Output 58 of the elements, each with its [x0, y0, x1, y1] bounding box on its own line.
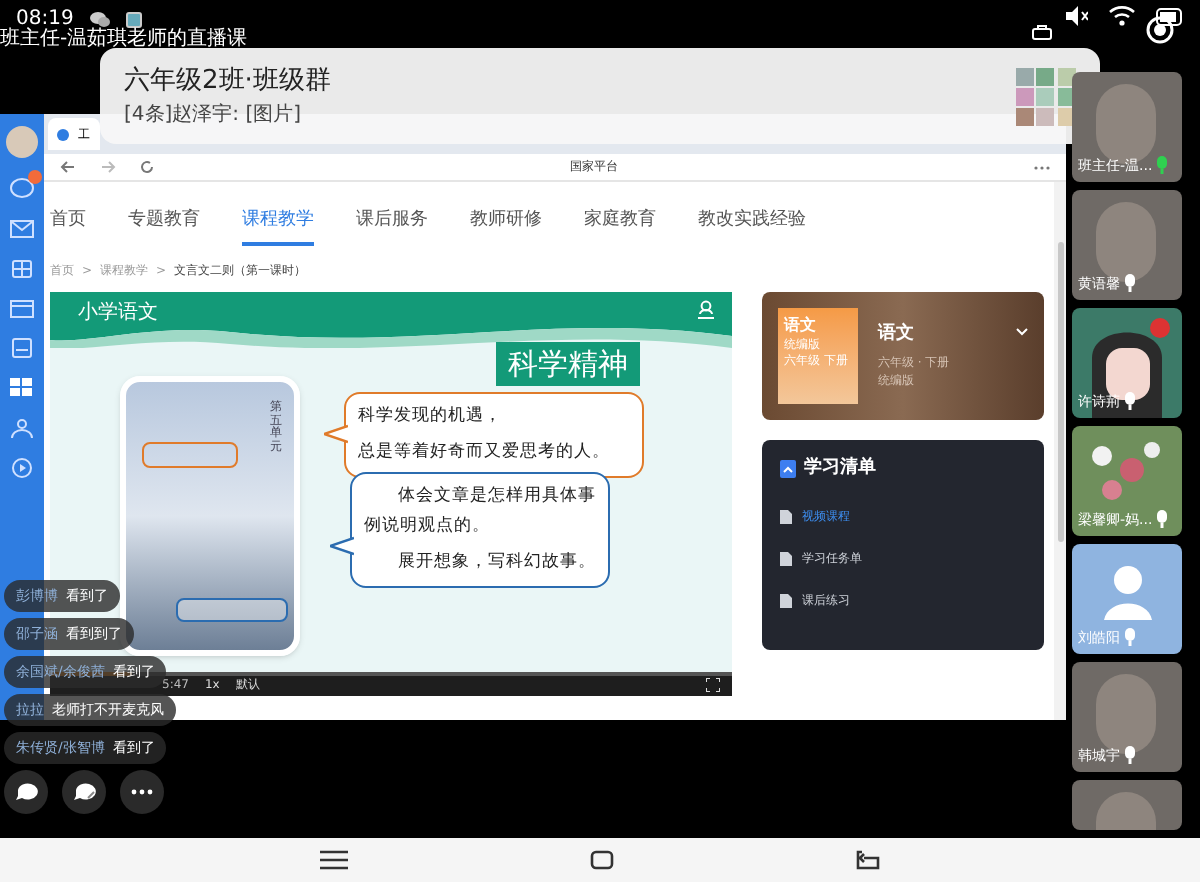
- list-icon: [780, 460, 796, 479]
- document-icon: [780, 509, 792, 523]
- back-icon[interactable]: [855, 850, 880, 870]
- nav-tab[interactable]: 教师研修: [470, 202, 542, 246]
- more-button[interactable]: [120, 770, 164, 814]
- chat-icon: [89, 10, 110, 28]
- highlight-frame: [176, 598, 288, 622]
- status-time: 08:19: [16, 6, 74, 30]
- scrollbar-thumb[interactable]: [1057, 242, 1063, 542]
- calendar-icon[interactable]: [10, 298, 34, 318]
- banner-title: 小学语文: [78, 299, 158, 328]
- notification-title: 六年级2班·班级群: [124, 63, 333, 100]
- nav-tab[interactable]: 教改实践经验: [698, 202, 806, 246]
- participant-tile[interactable]: [1072, 780, 1182, 830]
- mute-icon: [1064, 6, 1088, 26]
- grid-icon[interactable]: [10, 378, 34, 398]
- edit-comment-button[interactable]: [62, 770, 106, 814]
- group-avatar: [1016, 67, 1076, 125]
- slide-heading: 科学精神: [496, 342, 640, 386]
- nav-tab[interactable]: 专题教育: [128, 202, 200, 246]
- chat-icon[interactable]: [10, 178, 34, 198]
- cover-title: 语文: [784, 314, 818, 338]
- study-list-title: 学习清单: [804, 456, 876, 482]
- bubble-text: 体会文章是怎样用具体事例说明观点的。: [364, 484, 596, 540]
- fullscreen-icon[interactable]: [706, 677, 720, 691]
- chevron-down-icon[interactable]: [1016, 328, 1028, 336]
- nav-tab[interactable]: 课程教学: [242, 202, 314, 246]
- notification-message: [4条]赵泽宇: [图片]: [124, 101, 304, 131]
- menu-icon[interactable]: [320, 850, 349, 870]
- cube-icon[interactable]: [10, 258, 34, 278]
- app-icon: [125, 11, 142, 27]
- document-icon[interactable]: [10, 338, 34, 358]
- battery-icon: [1156, 8, 1184, 26]
- comment-button[interactable]: [4, 770, 48, 814]
- refresh-icon[interactable]: [140, 160, 154, 174]
- document-icon: [780, 551, 792, 565]
- record-icon[interactable]: [1146, 16, 1174, 44]
- camera-switch-icon[interactable]: [1032, 24, 1052, 40]
- bubble-text: 展开想象，写科幻故事。: [396, 550, 596, 576]
- live-title: 班主任-温茹琪老师的直播课: [0, 25, 248, 54]
- play-icon[interactable]: [10, 458, 34, 478]
- bubble-text: 总是等着好奇而又爱思考的人。: [358, 439, 612, 466]
- nav-tab[interactable]: 课后服务: [356, 202, 428, 246]
- home-icon[interactable]: [589, 850, 614, 870]
- course-title: 语文: [878, 321, 916, 348]
- avatar-silhouette-icon: [1104, 564, 1152, 620]
- people-icon[interactable]: [10, 418, 34, 438]
- bubble-text: 科学发现的机遇，: [358, 404, 504, 430]
- highlight-frame: [142, 442, 238, 468]
- person-icon: [696, 300, 716, 320]
- notification-card[interactable]: 六年级2班·班级群 [4条]赵泽宇: [图片]: [100, 48, 1100, 144]
- document-icon: [780, 593, 792, 607]
- avatar-placeholder: [6, 126, 38, 158]
- nav-tab[interactable]: 家庭教育: [584, 202, 656, 246]
- globe-icon: [56, 127, 70, 141]
- wifi-icon: [1108, 4, 1136, 26]
- nav-tab[interactable]: 首页: [50, 202, 86, 246]
- mail-icon[interactable]: [10, 218, 34, 238]
